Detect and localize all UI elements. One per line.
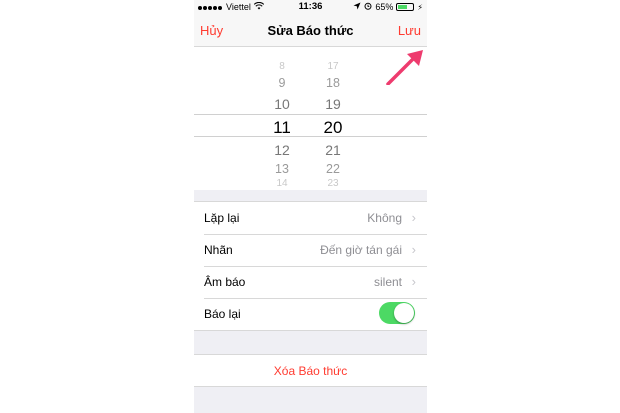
- hour-option[interactable]: 10: [262, 97, 302, 111]
- repeat-label: Lặp lại: [204, 211, 240, 225]
- alarm-label-label: Nhãn: [204, 243, 233, 257]
- hour-option[interactable]: 9: [262, 77, 302, 90]
- navigation-bar: Hủy Sửa Báo thức Lưu: [194, 14, 427, 47]
- minute-option[interactable]: 21: [313, 143, 353, 157]
- repeat-value: Không: [367, 211, 402, 225]
- sound-row[interactable]: Âm báo silent ›: [194, 266, 427, 298]
- alarm-settings-list: Lặp lại Không › Nhãn Đến giờ tán gái › Â…: [194, 201, 427, 331]
- snooze-toggle[interactable]: [379, 302, 415, 324]
- picker-selection-top: [194, 114, 427, 115]
- toggle-knob: [394, 303, 414, 323]
- battery-percent: 65%: [375, 2, 394, 12]
- page-title: Sửa Báo thức: [267, 23, 354, 38]
- hour-option[interactable]: 12: [262, 143, 302, 157]
- delete-alarm-label: Xóa Báo thức: [273, 364, 348, 378]
- save-button[interactable]: Lưu: [398, 23, 421, 38]
- alarm-label-value: Đến giờ tán gái: [320, 243, 402, 257]
- minute-option[interactable]: 20: [313, 119, 353, 136]
- alarm-icon: [364, 2, 372, 12]
- minute-option[interactable]: 22: [313, 163, 353, 176]
- status-bar: Viettel 11:36 65% ⚡: [194, 0, 427, 14]
- label-row[interactable]: Nhãn Đến giờ tán gái ›: [194, 234, 427, 266]
- snooze-label: Báo lại: [204, 307, 241, 321]
- hour-option[interactable]: 11: [262, 119, 302, 136]
- charging-icon: ⚡: [417, 2, 423, 12]
- repeat-row[interactable]: Lặp lại Không ›: [194, 202, 427, 234]
- status-right: 65% ⚡: [353, 2, 423, 12]
- minute-option[interactable]: 19: [313, 97, 353, 111]
- battery-icon: [396, 3, 415, 11]
- picker-selection-bottom: [194, 136, 427, 137]
- snooze-row: Báo lại: [194, 298, 427, 330]
- annotation-arrow-icon: [386, 50, 423, 85]
- battery-fill: [398, 5, 408, 9]
- chevron-right-icon: ›: [411, 242, 416, 257]
- hour-option[interactable]: 14: [262, 179, 302, 189]
- minute-option[interactable]: 18: [313, 77, 353, 90]
- sound-label: Âm báo: [204, 275, 246, 289]
- hour-option[interactable]: 13: [262, 163, 302, 176]
- sound-value: silent: [373, 275, 402, 289]
- chevron-right-icon: ›: [411, 210, 416, 225]
- hour-option[interactable]: 8: [262, 62, 302, 72]
- chevron-right-icon: ›: [411, 274, 416, 289]
- minute-option[interactable]: 17: [313, 62, 353, 72]
- delete-alarm-button[interactable]: Xóa Báo thức: [194, 354, 427, 387]
- location-icon: [353, 2, 361, 12]
- minute-option[interactable]: 23: [313, 179, 353, 189]
